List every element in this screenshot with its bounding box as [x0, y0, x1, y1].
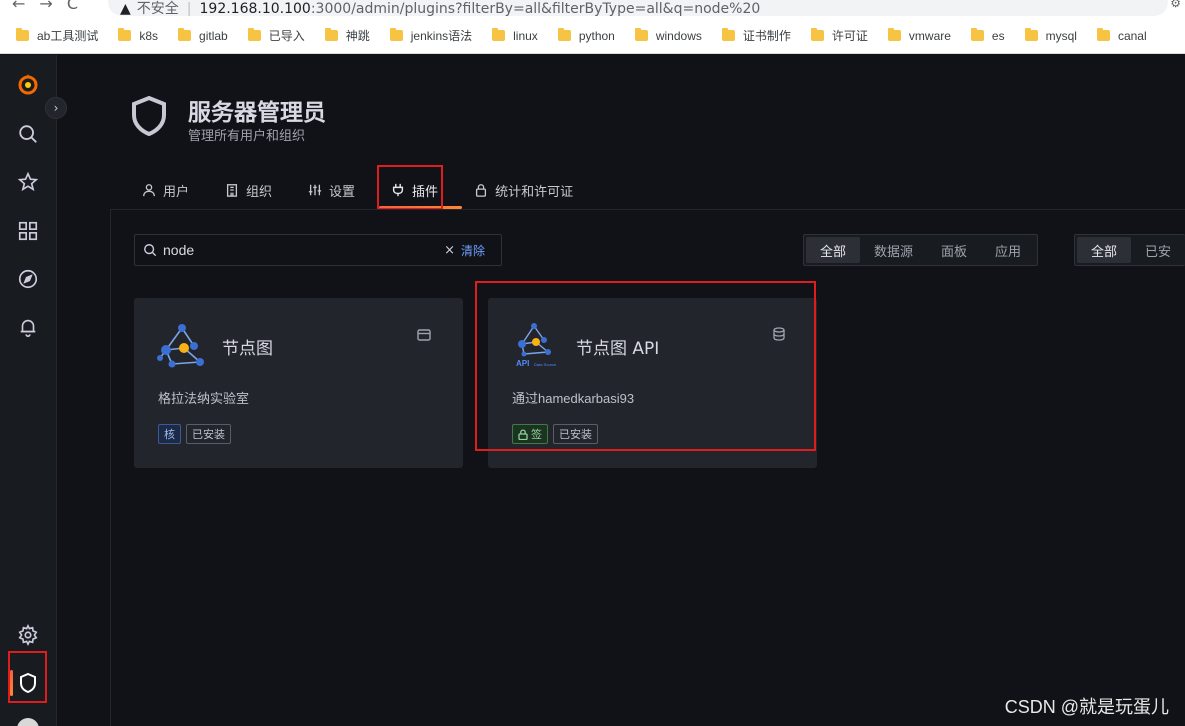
search-input[interactable]: node	[163, 242, 444, 258]
bookmark-folder[interactable]: canal	[1096, 28, 1147, 43]
installed-badge: 已安装	[186, 424, 231, 444]
tab-label: 用户	[163, 184, 190, 200]
bookmark-folder[interactable]: linux	[492, 28, 538, 43]
explore-icon[interactable]	[14, 265, 42, 293]
filter-type-app[interactable]: 应用	[981, 237, 1035, 263]
folder-icon	[887, 28, 901, 41]
tab-settings[interactable]: 设置	[296, 172, 367, 208]
folder-icon	[634, 28, 648, 41]
bookmark-folder[interactable]: ab工具测试	[16, 27, 98, 44]
user-icon	[143, 184, 155, 197]
bookmark-folder[interactable]: es	[970, 28, 1005, 43]
folder-icon	[557, 28, 571, 41]
highlight-box-plugins-tab	[377, 165, 443, 210]
tab-label: 统计和许可证	[495, 184, 574, 200]
filter-type-panel[interactable]: 面板	[927, 237, 981, 263]
tab-stats-license[interactable]: 统计和许可证	[462, 172, 585, 208]
url-path: :3000/admin/plugins?filterBy=all&filterB…	[310, 1, 761, 16]
folder-icon	[247, 28, 261, 41]
folder-icon	[324, 28, 338, 41]
url-host: 192.168.10.100	[199, 1, 311, 16]
address-bar[interactable]: ▲ 不安全 | 192.168.10.100:3000/admin/plugins?f…	[108, 0, 1168, 16]
grafana-logo-icon[interactable]	[14, 71, 42, 99]
avatar[interactable]	[17, 718, 39, 726]
tab-orgs[interactable]: 组织	[213, 172, 284, 208]
folder-icon	[389, 28, 403, 41]
bookmark-folder[interactable]: jenkins语法	[389, 27, 472, 44]
folder-icon	[810, 28, 824, 41]
node-graph-logo-icon	[156, 320, 208, 374]
gear-icon[interactable]	[14, 621, 42, 649]
tab-label: 设置	[329, 184, 356, 200]
folder-icon	[1024, 28, 1038, 41]
bookmark-folder[interactable]: python	[557, 28, 615, 43]
bookmark-folder[interactable]: 神跳	[324, 27, 370, 44]
filter-installed[interactable]: 已安	[1131, 237, 1185, 263]
clear-search-button[interactable]: × 清除	[444, 242, 485, 259]
search-icon	[144, 244, 157, 257]
chevron-right-icon[interactable]: ›	[45, 97, 67, 119]
sidebar: ›	[0, 55, 67, 726]
admin-tabs: 用户 组织 设置 插件 统计和许可证	[130, 172, 597, 210]
plugin-install-filter: 全部 已安	[1074, 234, 1185, 266]
search-icon[interactable]	[14, 120, 42, 148]
search-box: node × 清除	[134, 234, 502, 266]
watermark: CSDN @就是玩蛋儿	[1004, 697, 1169, 717]
bookmark-folder[interactable]: 证书制作	[721, 27, 791, 44]
browser-nav-buttons[interactable]: ←→C	[12, 0, 92, 13]
plugin-card-node-graph[interactable]: 节点图 格拉法纳实验室 核 已安装	[134, 298, 463, 468]
bookmark-folder[interactable]: windows	[634, 28, 702, 43]
star-icon[interactable]	[14, 168, 42, 196]
panel-icon	[417, 326, 431, 345]
tab-label: 组织	[246, 184, 273, 200]
close-icon: ×	[444, 242, 455, 258]
core-badge: 核	[158, 424, 181, 444]
bookmark-folder[interactable]: k8s	[118, 28, 158, 43]
filter-type-all[interactable]: 全部	[806, 237, 861, 263]
folder-icon	[118, 28, 132, 41]
folder-icon	[16, 28, 29, 41]
folder-icon	[1096, 28, 1110, 41]
sliders-icon	[308, 184, 322, 196]
plugin-description: 格拉法纳实验室	[158, 391, 250, 406]
folder-icon	[970, 28, 984, 41]
browser-toolbar: ←→C ▲ 不安全 | 192.168.10.100:3000/admin/plugi…	[0, 0, 1185, 18]
folder-icon	[721, 28, 735, 41]
dashboards-icon[interactable]	[14, 217, 42, 245]
clear-label: 清除	[460, 243, 485, 258]
filter-type-datasource[interactable]: 数据源	[860, 237, 927, 263]
folder-icon	[178, 28, 192, 41]
page-title: 服务器管理员	[188, 100, 326, 126]
warning-icon: ▲	[120, 1, 131, 16]
lock-icon	[476, 184, 487, 197]
url-separator: |	[186, 1, 192, 16]
bookmark-folder[interactable]: gitlab	[178, 28, 228, 43]
folder-icon	[492, 28, 506, 41]
tab-users[interactable]: 用户	[130, 172, 201, 208]
extension-icon[interactable]: ⚙	[1170, 0, 1181, 10]
bookmark-folder[interactable]: mysql	[1024, 28, 1077, 43]
alerting-bell-icon[interactable]	[14, 313, 42, 341]
filter-all[interactable]: 全部	[1077, 237, 1132, 263]
shield-icon	[130, 95, 168, 141]
bookmark-folder[interactable]: 已导入	[247, 27, 305, 44]
plugin-type-filter: 全部 数据源 面板 应用	[803, 234, 1039, 266]
page-subtitle: 管理所有用户和组织	[188, 129, 306, 144]
highlight-box-admin	[8, 651, 47, 703]
insecure-label: 不安全	[136, 1, 179, 16]
bookmarks-bar: ab工具测试 k8s gitlab 已导入 神跳 jenkins语法 linux…	[0, 18, 1185, 54]
bookmark-folder[interactable]: 许可证	[810, 27, 868, 44]
building-icon	[226, 184, 238, 197]
plugin-name: 节点图	[222, 339, 273, 359]
highlight-box-plugin-card	[475, 281, 816, 451]
bookmark-folder[interactable]: vmware	[887, 28, 951, 43]
plugin-badges: 核 已安装	[158, 424, 236, 444]
